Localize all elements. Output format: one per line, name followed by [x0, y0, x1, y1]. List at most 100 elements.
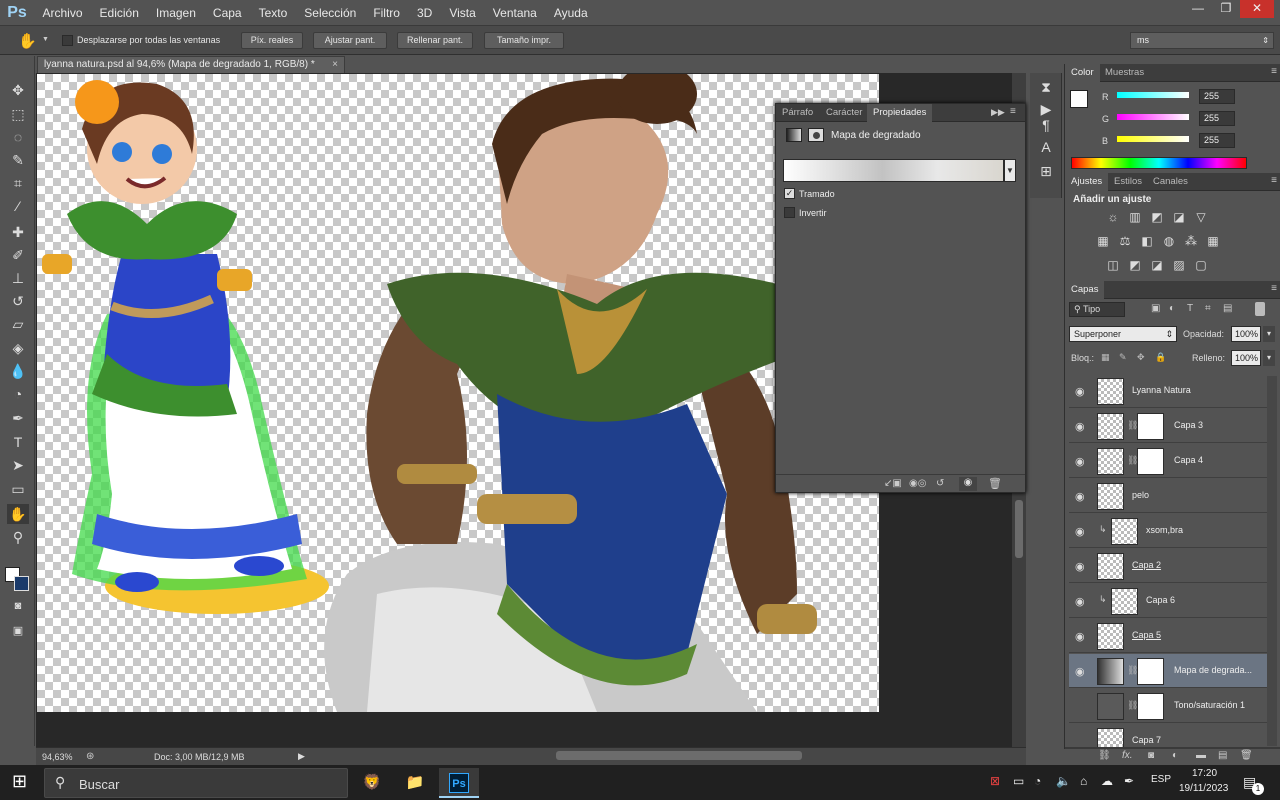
layer-row[interactable]: ◉ Capa 5: [1069, 619, 1267, 653]
new-adjustment-icon[interactable]: ◐: [1172, 750, 1178, 761]
brightness-contrast-icon[interactable]: ☼: [1105, 209, 1121, 225]
photo-filter-icon[interactable]: ◍: [1161, 233, 1177, 249]
reset-icon[interactable]: ↺: [936, 478, 944, 489]
layers-scrollbar[interactable]: [1267, 376, 1277, 746]
layer-row[interactable]: ◉ ↳ xsom,bra: [1069, 514, 1267, 548]
history-brush-tool-icon[interactable]: ↺: [7, 291, 29, 311]
link-layers-icon[interactable]: ⛓: [1098, 750, 1111, 761]
taskbar-search[interactable]: ⚲ Buscar: [44, 768, 348, 798]
filter-pixel-icon[interactable]: ▣: [1151, 303, 1160, 314]
visibility-eye-icon[interactable]: ◉: [1075, 455, 1085, 468]
status-menu-arrow-icon[interactable]: ▶: [298, 751, 305, 762]
eraser-tool-icon[interactable]: ▱: [7, 314, 29, 334]
hand-tool-icon[interactable]: ✋: [18, 32, 37, 50]
color-lookup-icon[interactable]: ▦: [1205, 233, 1221, 249]
layer-row[interactable]: ◉ ⛓ Capa 3: [1069, 409, 1267, 443]
paint-bucket-tool-icon[interactable]: ◈: [7, 338, 29, 358]
channel-mixer-icon[interactable]: ⁂: [1183, 233, 1199, 249]
filter-smart-object-icon[interactable]: ▤: [1223, 303, 1232, 314]
workspace-select[interactable]: ms ⇕: [1130, 32, 1274, 49]
tab-caracter[interactable]: Carácter: [820, 104, 868, 122]
blend-mode-select[interactable]: Superponer ⇕: [1069, 326, 1177, 342]
invert-adjustment-icon[interactable]: ◫: [1105, 257, 1121, 273]
color-foreground-swatch[interactable]: [1070, 90, 1088, 108]
curves-icon[interactable]: ◩: [1149, 209, 1165, 225]
menu-imagen[interactable]: Imagen: [147, 6, 204, 20]
visibility-icon[interactable]: ◉: [959, 477, 977, 491]
crop-tool-icon[interactable]: ⌗: [7, 173, 29, 193]
gradient-map-adjustment-icon[interactable]: ▨: [1171, 257, 1187, 273]
delete-icon[interactable]: 🗑: [988, 477, 1002, 490]
visibility-eye-icon[interactable]: ◉: [1075, 525, 1085, 538]
brush-tool-icon[interactable]: ✐: [7, 245, 29, 265]
filter-type-icon[interactable]: T: [1187, 303, 1193, 314]
vibrance-icon[interactable]: ▽: [1193, 209, 1209, 225]
volume-tray-icon[interactable]: 🔈: [1056, 774, 1071, 788]
path-selection-tool-icon[interactable]: ➤: [7, 455, 29, 475]
history-icon[interactable]: ⧗: [1036, 77, 1056, 97]
gradient-dropdown-chevron-icon[interactable]: ▼: [1004, 159, 1016, 182]
lock-pixels-icon[interactable]: ✎: [1119, 352, 1127, 363]
selective-color-icon[interactable]: ▢: [1193, 257, 1209, 273]
new-layer-icon[interactable]: ▤: [1218, 750, 1227, 761]
tab-muestras[interactable]: Muestras: [1099, 64, 1150, 82]
fill-input[interactable]: 100%: [1231, 350, 1261, 366]
visibility-eye-icon[interactable]: ◉: [1075, 490, 1085, 503]
menu-seleccion[interactable]: Selección: [296, 6, 365, 20]
visibility-eye-icon[interactable]: ◉: [1075, 595, 1085, 608]
windows-start-icon[interactable]: ⊞: [12, 771, 27, 792]
black-white-icon[interactable]: ◧: [1139, 233, 1155, 249]
color-panel-menu-icon[interactable]: ≡: [1271, 66, 1277, 77]
quick-mask-icon[interactable]: ◙: [7, 596, 29, 616]
visibility-eye-icon[interactable]: ◉: [1075, 385, 1085, 398]
layer-filter-select[interactable]: ⚲ Tipo: [1069, 302, 1125, 317]
invert-checkbox[interactable]: [784, 207, 795, 218]
vertical-scroll-thumb[interactable]: [1015, 500, 1023, 558]
visibility-eye-icon[interactable]: ◉: [1075, 560, 1085, 573]
share-icon[interactable]: ⊛: [86, 751, 94, 762]
print-size-button[interactable]: Tamaño impr.: [484, 32, 564, 49]
document-tab[interactable]: lyanna natura.psd al 94,6% (Mapa de degr…: [37, 56, 345, 73]
visibility-eye-icon[interactable]: ◉: [1075, 420, 1085, 433]
layers-panel-menu-icon[interactable]: ≡: [1271, 283, 1277, 294]
lock-all-icon[interactable]: 🔒: [1155, 352, 1166, 363]
type-tool-icon[interactable]: T: [7, 432, 29, 452]
scroll-all-windows-checkbox[interactable]: [62, 35, 73, 46]
dither-checkbox[interactable]: ✓: [784, 188, 795, 199]
zoom-level[interactable]: 94,63%: [42, 752, 73, 762]
tab-parrafo[interactable]: Párrafo: [776, 104, 819, 122]
layer-row[interactable]: ⛓ Tono/saturación 1: [1069, 689, 1267, 723]
minimize-icon[interactable]: —: [1184, 0, 1212, 18]
zoom-tool-icon[interactable]: ⚲: [7, 527, 29, 547]
fx-icon[interactable]: fx.: [1122, 750, 1133, 761]
photoshop-taskbar-icon[interactable]: Ps: [439, 768, 479, 798]
headset-tray-icon[interactable]: ◔: [1034, 774, 1041, 788]
move-tool-icon[interactable]: ✥: [7, 80, 29, 100]
onedrive-tray-icon[interactable]: ☁: [1101, 774, 1113, 788]
clip-to-layer-icon[interactable]: ↙▣: [884, 478, 902, 489]
filter-adjustment-icon[interactable]: ◐: [1169, 303, 1175, 314]
network-tray-icon[interactable]: ⌂: [1080, 774, 1087, 788]
fill-screen-button[interactable]: Rellenar pant.: [397, 32, 473, 49]
layer-row[interactable]: ◉ ⛓ Capa 4: [1069, 444, 1267, 478]
layer-mask-icon[interactable]: [808, 128, 824, 142]
language-indicator[interactable]: ESP: [1151, 774, 1171, 785]
marquee-tool-icon[interactable]: ⬚: [7, 104, 29, 124]
channel-b-slider[interactable]: [1117, 136, 1189, 142]
layer-row[interactable]: ◉ Lyanna Natura: [1069, 374, 1267, 408]
menu-vista[interactable]: Vista: [441, 6, 484, 20]
channel-r-value[interactable]: 255: [1199, 89, 1235, 104]
visibility-eye-icon[interactable]: ◉: [1075, 665, 1085, 678]
clock-time[interactable]: 17:20: [1192, 768, 1217, 779]
visibility-eye-icon[interactable]: ◉: [1075, 630, 1085, 643]
background-color-swatch[interactable]: [14, 576, 29, 591]
character-icon[interactable]: A: [1036, 137, 1056, 157]
tab-propiedades[interactable]: Propiedades: [867, 104, 933, 122]
eyedropper-tool-icon[interactable]: ⁄: [7, 196, 29, 216]
channel-b-value[interactable]: 255: [1199, 133, 1235, 148]
menu-capa[interactable]: Capa: [204, 6, 250, 20]
adjustments-panel-menu-icon[interactable]: ≡: [1271, 175, 1277, 186]
antivirus-tray-icon[interactable]: ⊠: [990, 774, 1000, 788]
menu-filtro[interactable]: Filtro: [365, 6, 409, 20]
clone-stamp-tool-icon[interactable]: ⊥: [7, 268, 29, 288]
